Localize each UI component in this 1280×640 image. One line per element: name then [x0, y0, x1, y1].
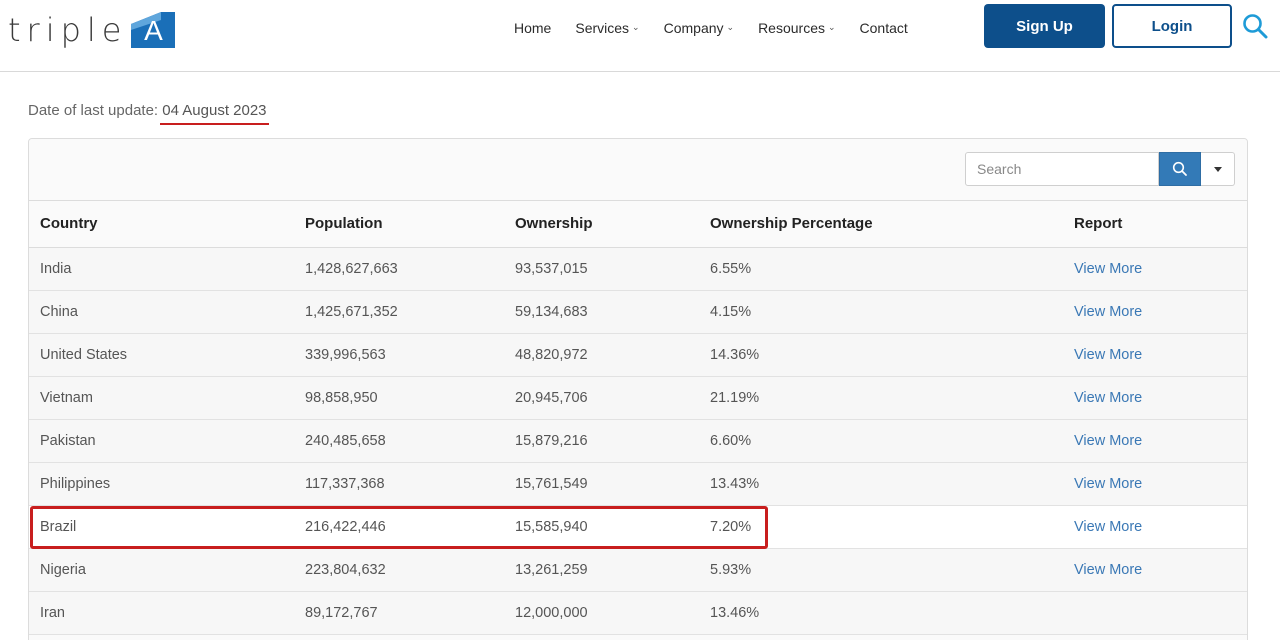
nav-resources[interactable]: Resources ⌄: [758, 20, 835, 36]
table-row: United States 339,996,563 48,820,972 14.…: [29, 333, 1247, 377]
nav-services[interactable]: Services ⌄: [575, 20, 639, 36]
chevron-down-icon: ⌄: [726, 21, 735, 32]
cell-country: United States: [29, 333, 294, 377]
last-update-date-text: 04 August 2023: [162, 102, 267, 119]
main-nav: Home Services ⌄ Company ⌄ Resources ⌄ Conta…: [514, 18, 932, 38]
cell-ownership: 20,945,706: [504, 376, 699, 420]
nav-resources-label: Resources: [758, 20, 825, 36]
view-more-link[interactable]: View More: [1063, 462, 1247, 506]
cell-population: 216,422,446: [294, 505, 504, 549]
chevron-down-icon: ⌄: [632, 21, 640, 32]
logo-mark-icon: A: [131, 12, 176, 48]
cell-population: 1,428,627,663: [294, 247, 504, 291]
table-row: Vietnam 98,858,950 20,945,706 21.19% Vie…: [29, 376, 1247, 420]
cell-country: Brazil: [29, 505, 294, 549]
view-more-link[interactable]: View More: [1063, 505, 1247, 549]
cell-population: 1,425,671,352: [294, 290, 504, 334]
cell-ownership: 93,537,015: [504, 247, 699, 291]
cell-percentage: 7.20%: [699, 505, 1063, 549]
header-country[interactable]: Country: [29, 201, 294, 248]
sign-up-button[interactable]: Sign Up: [984, 4, 1105, 48]
nav-home-label: Home: [514, 20, 552, 36]
table-row: China 1,425,671,352 59,134,683 4.15% Vie…: [29, 290, 1247, 334]
cell-population: 117,337,368: [294, 462, 504, 506]
cell-population: 89,172,767: [294, 591, 504, 635]
cell-ownership: 15,585,940: [504, 505, 699, 549]
view-more-link[interactable]: View More: [1063, 333, 1247, 377]
table-header-row: Country Population Ownership Ownership P…: [29, 201, 1247, 248]
cell-population: 223,804,632: [294, 548, 504, 592]
cell-percentage: 5.93%: [699, 548, 1063, 592]
cell-country: Nigeria: [29, 548, 294, 592]
caret-down-icon: [1213, 166, 1222, 172]
site-header: triple A Home Services ⌄ Company ⌄ Resourc…: [0, 0, 1280, 72]
table-row: India 1,428,627,663 93,537,015 6.55% Vie…: [29, 247, 1247, 291]
ownership-table-panel: Country Population Ownership Ownership P…: [28, 138, 1248, 640]
login-button[interactable]: Login: [1112, 4, 1232, 48]
cell-ownership: 15,761,549: [504, 462, 699, 506]
cell-ownership: 48,820,972: [504, 333, 699, 377]
search-icon: [1172, 161, 1187, 176]
cell-percentage: 13.46%: [699, 591, 1063, 635]
nav-home[interactable]: Home: [514, 20, 551, 36]
header-ownership-percentage[interactable]: Ownership Percentage: [699, 201, 1063, 248]
nav-contact-label: Contact: [859, 20, 908, 36]
cell-percentage: 4.15%: [699, 290, 1063, 334]
cell-country: India: [29, 247, 294, 291]
last-update-label: Date of last update:: [28, 102, 159, 119]
cell-population: 98,858,950: [294, 376, 504, 420]
view-more-link[interactable]: View More: [1063, 376, 1247, 420]
logo-letter: A: [144, 15, 163, 46]
date-underline-annotation: [160, 123, 269, 125]
cell-ownership: 12,000,000: [504, 591, 699, 635]
chevron-down-icon: ⌄: [827, 21, 836, 32]
nav-company-label: Company: [663, 20, 724, 36]
nav-company[interactable]: Company ⌄: [664, 20, 734, 36]
cell-percentage: 13.43%: [699, 462, 1063, 506]
cell-percentage: 6.55%: [699, 247, 1063, 291]
nav-contact[interactable]: Contact: [860, 20, 908, 36]
view-more-link[interactable]: View More: [1063, 548, 1247, 592]
ownership-table: Country Population Ownership Ownership P…: [29, 201, 1247, 635]
table-row: Pakistan 240,485,658 15,879,216 6.60% Vi…: [29, 419, 1247, 463]
view-more-link[interactable]: View More: [1063, 419, 1247, 463]
logo-text: triple: [8, 11, 128, 49]
table-search-input[interactable]: [965, 152, 1159, 186]
view-more-link[interactable]: View More: [1063, 290, 1247, 334]
cell-ownership: 13,261,259: [504, 548, 699, 592]
table-row: Philippines 117,337,368 15,761,549 13.43…: [29, 462, 1247, 506]
cell-population: 240,485,658: [294, 419, 504, 463]
cell-percentage: 21.19%: [699, 376, 1063, 420]
header-population[interactable]: Population: [294, 201, 504, 248]
cell-ownership: 59,134,683: [504, 290, 699, 334]
cell-country: Philippines: [29, 462, 294, 506]
nav-services-label: Services: [575, 20, 630, 36]
search-icon[interactable]: [1241, 12, 1269, 40]
last-update-date: 04 August 2023: [160, 102, 269, 125]
cell-percentage: 14.36%: [699, 333, 1063, 377]
cell-population: 339,996,563: [294, 333, 504, 377]
table-toolbar: [29, 139, 1247, 201]
last-update: Date of last update: 04 August 2023: [28, 102, 269, 125]
cell-country: Iran: [29, 591, 294, 635]
header-report: Report: [1063, 201, 1247, 248]
header-ownership[interactable]: Ownership: [504, 201, 699, 248]
table-search-button[interactable]: [1159, 152, 1201, 186]
table-row-highlighted: Brazil 216,422,446 15,585,940 7.20% View…: [29, 505, 1247, 549]
triplea-logo[interactable]: triple A: [8, 10, 176, 50]
table-row: Iran 89,172,767 12,000,000 13.46%: [29, 591, 1247, 635]
cell-percentage: 6.60%: [699, 419, 1063, 463]
cell-country: China: [29, 290, 294, 334]
view-more-link[interactable]: [1063, 591, 1247, 635]
table-options-dropdown[interactable]: [1201, 152, 1235, 186]
cell-country: Vietnam: [29, 376, 294, 420]
table-row: Nigeria 223,804,632 13,261,259 5.93% Vie…: [29, 548, 1247, 592]
cell-ownership: 15,879,216: [504, 419, 699, 463]
cell-country: Pakistan: [29, 419, 294, 463]
view-more-link[interactable]: View More: [1063, 247, 1247, 291]
